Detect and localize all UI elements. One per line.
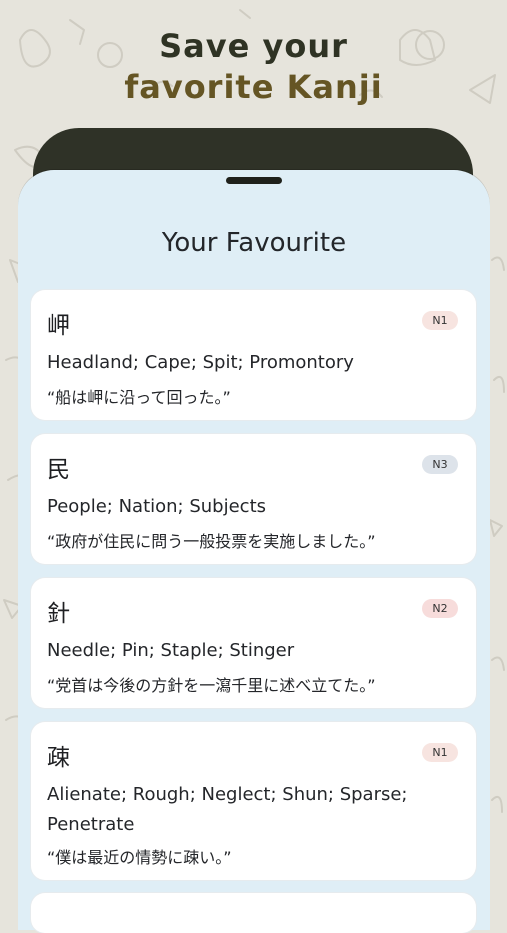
kanji-meaning: Needle; Pin; Staple; Stinger [47,640,295,661]
example-sentence: “党首は今後の方針を一瀉千里に述べ立てた。” [47,676,376,695]
kanji-card[interactable]: 岬 N1 Headland; Cape; Spit; Promontory “船… [31,290,476,420]
kanji-meaning: People; Nation; Subjects [47,496,267,517]
example-sentence: “政府が住民に問う一般投票を実施しました。” [47,532,376,551]
headline-line-1: Save your [159,27,348,65]
kanji-card[interactable]: 針 N2 Needle; Pin; Staple; Stinger “党首は今後… [31,578,476,708]
headline-line-2: favorite Kanji [124,68,383,106]
kanji-character: 疎 [47,745,70,771]
kanji-meaning: Alienate; Rough; Neglect; Shun; Sparse; … [47,784,408,835]
example-sentence: “船は岬に沿って回った。” [47,388,231,407]
kanji-card[interactable] [31,893,476,933]
jlpt-level-badge: N3 [422,455,458,474]
jlpt-level-badge: N2 [422,599,458,618]
kanji-meaning: Headland; Cape; Spit; Promontory [47,352,354,373]
kanji-character: 針 [47,601,70,627]
jlpt-level-badge: N1 [422,311,458,330]
kanji-character: 岬 [47,313,70,339]
kanji-character: 民 [47,457,70,483]
jlpt-level-badge: N1 [422,743,458,762]
headline: Save your favorite Kanji [0,26,507,108]
page-title: Your Favourite [161,228,347,258]
screen-drag-handle[interactable] [226,177,282,184]
example-sentence: “僕は最近の情勢に疎い。” [47,848,232,867]
kanji-card[interactable]: 疎 N1 Alienate; Rough; Neglect; Shun; Spa… [31,722,476,880]
kanji-card[interactable]: 民 N3 People; Nation; Subjects “政府が住民に問う一… [31,434,476,564]
